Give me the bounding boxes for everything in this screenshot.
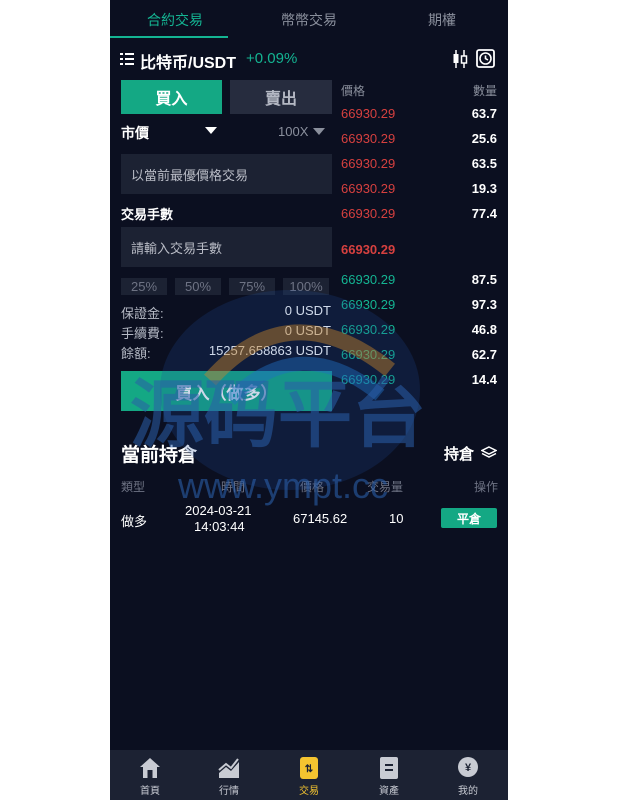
ask-qty: 19.3 <box>471 181 497 196</box>
tab-options[interactable]: 期權 <box>428 10 456 30</box>
tab-contract-trading[interactable]: 合約交易 <box>147 10 203 30</box>
positions-title: 當前持倉 <box>121 445 198 466</box>
percent-50-button[interactable]: 50% <box>175 278 221 295</box>
menu-list-icon[interactable] <box>120 52 134 66</box>
last-price: 66930.29 <box>341 242 396 257</box>
bid-qty: 46.8 <box>471 322 497 337</box>
position-price: 67145.62 <box>293 511 348 526</box>
ask-qty: 63.5 <box>471 156 497 171</box>
ask-qty: 77.4 <box>471 206 497 221</box>
nav-home-label: 首頁 <box>140 786 160 797</box>
tab-spot-trading[interactable]: 幣幣交易 <box>281 10 337 30</box>
orderbook-price-header: 價格 <box>341 84 366 98</box>
column-header-type: 類型 <box>121 480 146 494</box>
clock-icon[interactable] <box>476 49 495 68</box>
position-date: 2024-03-21 <box>185 503 252 518</box>
order-type-select[interactable]: 市價 <box>121 123 149 143</box>
submit-buy-long-button[interactable]: 買入（做多） <box>121 371 332 411</box>
balance-value: 15257.658863 USDT <box>208 343 331 358</box>
layers-icon <box>480 446 498 458</box>
price-change: +0.09% <box>246 50 298 67</box>
margin-value: 0 USDT <box>284 303 331 318</box>
fee-value: 0 USDT <box>284 323 331 338</box>
percent-25-button[interactable]: 25% <box>121 278 167 295</box>
nav-market[interactable]: 行情 <box>189 750 269 800</box>
ask-price[interactable]: 66930.29 <box>341 206 395 221</box>
nav-trade-label: 交易 <box>299 786 319 797</box>
balance-label: 餘額: <box>121 346 151 361</box>
candlestick-icon[interactable] <box>451 49 469 69</box>
bid-price[interactable]: 66930.29 <box>341 322 395 337</box>
margin-label: 保證金: <box>121 306 164 321</box>
trade-icon: ⇅ <box>300 757 318 779</box>
bottom-navigation: 首頁 行情 ⇅ 交易 資產 ¥ 我的 <box>110 750 508 800</box>
buy-tab-button[interactable]: 買入 <box>121 80 222 114</box>
svg-text:¥: ¥ <box>465 762 472 774</box>
bid-price[interactable]: 66930.29 <box>341 347 395 362</box>
bid-qty: 87.5 <box>471 272 497 287</box>
ask-qty: 63.7 <box>471 106 497 121</box>
positions-tab-label: 持倉 <box>444 446 475 463</box>
sell-tab-button[interactable]: 賣出 <box>230 80 332 114</box>
nav-home[interactable]: 首頁 <box>110 750 190 800</box>
quantity-input[interactable]: 請輸入交易手數 <box>121 227 332 267</box>
chart-icon <box>218 758 239 778</box>
ask-price[interactable]: 66930.29 <box>341 106 395 121</box>
percent-100-button[interactable]: 100% <box>283 278 329 295</box>
fee-label: 手續費: <box>121 326 164 341</box>
close-position-button[interactable]: 平倉 <box>441 508 497 528</box>
percent-75-button[interactable]: 75% <box>229 278 275 295</box>
home-icon <box>140 758 160 778</box>
column-header-price: 價格 <box>300 480 325 494</box>
active-tab-indicator <box>110 36 228 38</box>
bid-price[interactable]: 66930.29 <box>341 297 395 312</box>
quantity-label: 交易手數 <box>121 207 174 222</box>
ask-price[interactable]: 66930.29 <box>341 181 395 196</box>
trading-pair[interactable]: 比特币/USDT <box>140 49 236 73</box>
bid-qty: 62.7 <box>471 347 497 362</box>
nav-profile-label: 我的 <box>458 786 478 797</box>
bid-price[interactable]: 66930.29 <box>341 272 395 287</box>
trading-screen: 合約交易 幣幣交易 期權 比特币/USDT +0.09% 買入 賣出 市價 10… <box>110 0 508 800</box>
position-time: 14:03:44 <box>194 519 245 534</box>
bid-qty: 14.4 <box>471 372 497 387</box>
nav-assets-label: 資產 <box>379 786 399 797</box>
column-header-action: 操作 <box>474 480 499 494</box>
nav-assets[interactable]: 資產 <box>349 750 429 800</box>
orderbook-qty-header: 數量 <box>472 84 497 98</box>
column-header-volume: 交易量 <box>367 480 404 494</box>
user-icon: ¥ <box>458 757 478 777</box>
chevron-down-icon[interactable] <box>313 128 325 135</box>
ask-price[interactable]: 66930.29 <box>341 131 395 146</box>
column-header-time: 時間 <box>221 480 246 494</box>
wallet-icon <box>380 757 398 779</box>
nav-trade[interactable]: ⇅ 交易 <box>269 750 349 800</box>
positions-tab[interactable]: 持倉 <box>444 443 498 464</box>
price-field: 以當前最優價格交易 <box>121 154 332 194</box>
ask-qty: 25.6 <box>471 131 497 146</box>
bid-price[interactable]: 66930.29 <box>341 372 395 387</box>
position-type: 做多 <box>121 514 148 529</box>
svg-text:⇅: ⇅ <box>305 764 314 775</box>
position-volume: 10 <box>389 511 404 526</box>
nav-market-label: 行情 <box>219 786 239 797</box>
bid-qty: 97.3 <box>471 297 497 312</box>
leverage-select[interactable]: 100X <box>278 124 308 139</box>
nav-profile[interactable]: ¥ 我的 <box>428 750 508 800</box>
watermark-url: www.ympt.cc <box>177 465 388 506</box>
ask-price[interactable]: 66930.29 <box>341 156 395 171</box>
chevron-down-icon[interactable] <box>205 127 217 134</box>
